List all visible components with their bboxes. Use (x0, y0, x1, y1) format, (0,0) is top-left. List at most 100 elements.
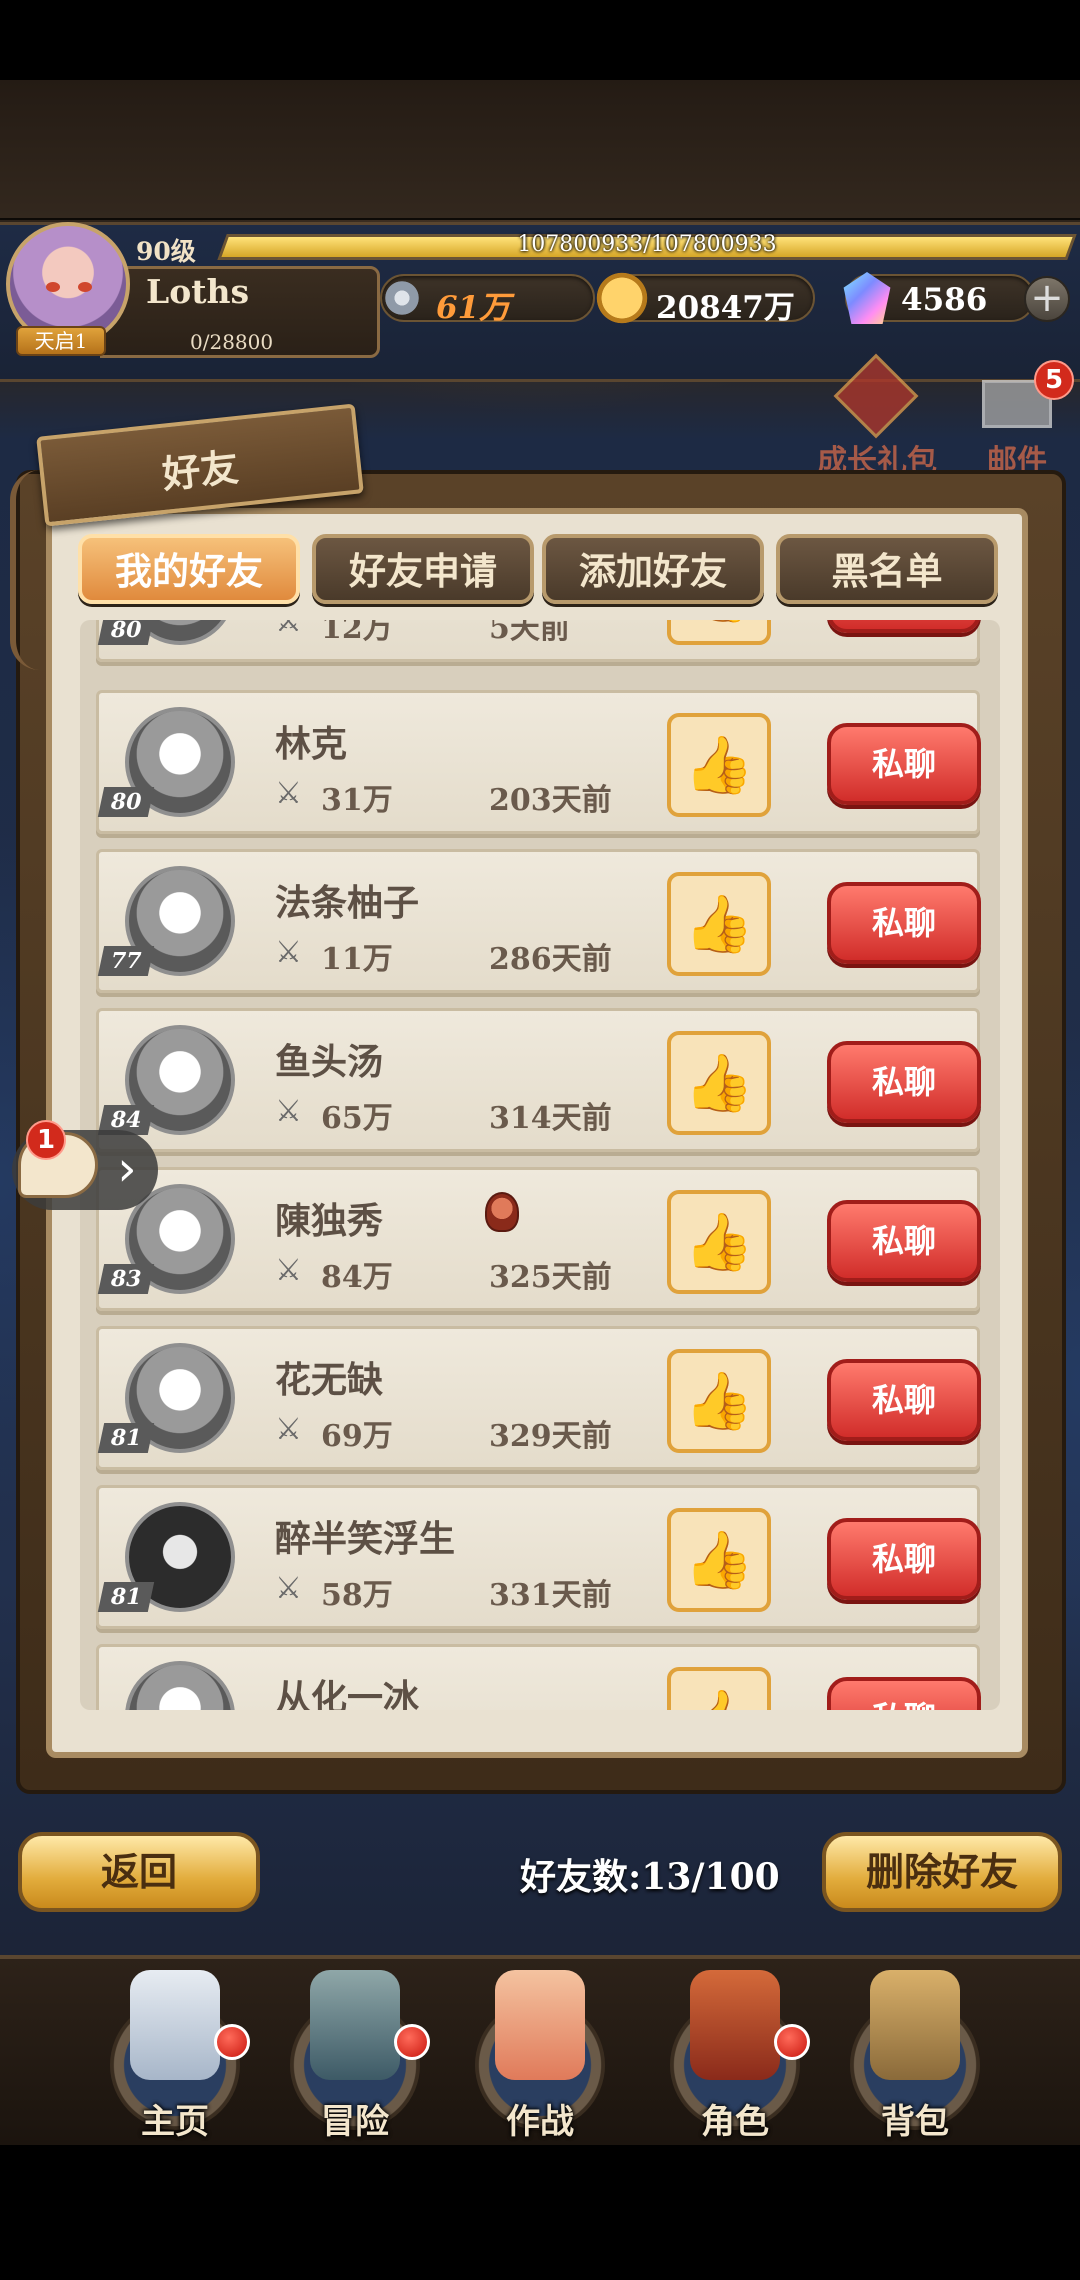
tab-friend-requests[interactable]: 好友申请 (312, 534, 534, 604)
gold-value: 20847万 (656, 290, 795, 326)
power-display: 61万 (376, 272, 595, 326)
crossed-swords-icon: ⚔ (275, 776, 302, 811)
crossed-swords-icon: ⚔ (275, 1571, 302, 1606)
friend-last-seen: 314天前 (489, 1101, 612, 1136)
add-gems-button[interactable]: + (1024, 276, 1070, 322)
tab-blacklist[interactable]: 黑名单 (776, 534, 998, 604)
gift-icon (833, 353, 919, 439)
friend-power: 11万 (321, 942, 393, 977)
friend-row[interactable]: 81 花无缺 ⚔ 69万 329天前 👍 私聊 (96, 1326, 981, 1470)
gem-value: 4586 (901, 282, 988, 318)
thumbs-up-icon[interactable]: 👍 (667, 1667, 771, 1710)
notification-dot (394, 2024, 430, 2060)
private-chat-button[interactable]: 私聊 (827, 1200, 981, 1282)
nav-adventure-label: 冒险 (321, 2102, 389, 2142)
friend-power: 58万 (321, 1578, 393, 1613)
friend-level: 77 (97, 946, 155, 976)
friend-name: 从化一冰 (275, 1677, 420, 1710)
crossed-swords-icon: ⚔ (275, 935, 302, 970)
nav-bag-label: 背包 (881, 2102, 949, 2142)
friend-last-seen: 5天前 (489, 620, 570, 646)
crossed-swords-icon: ⚔ (275, 620, 302, 639)
private-chat-button[interactable]: 私聊 (827, 882, 981, 964)
friend-row[interactable]: 从化一冰 👍 私聊 (96, 1644, 981, 1710)
avatar-eye (46, 282, 60, 292)
tab-add-friend[interactable]: 添加好友 (542, 534, 764, 604)
friend-row[interactable]: 80 林克 ⚔ 31万 203天前 👍 私聊 (96, 690, 981, 834)
gold-coin-icon (596, 272, 648, 324)
thumbs-up-icon[interactable]: 👍 (667, 713, 771, 817)
portal-icon (310, 1970, 400, 2080)
nav-home-label: 主页 (141, 2102, 209, 2142)
nav-bag[interactable]: 背包 (830, 1970, 1000, 2142)
player-level: 90级 (136, 237, 196, 266)
friend-row[interactable]: 81 醉半笑浮生 ⚔ 58万 331天前 👍 私聊 (96, 1485, 981, 1629)
gem-display: 4586 (843, 272, 1035, 324)
friend-name: 林克 (275, 723, 348, 765)
friend-power: 69万 (321, 1419, 393, 1454)
private-chat-button[interactable]: 私聊 (827, 1518, 981, 1600)
friend-name: 陳独秀 (275, 1200, 384, 1242)
nav-adventure[interactable]: 冒险 (270, 1970, 440, 2142)
nav-battle-label: 作战 (506, 2102, 574, 2142)
helmet-icon (485, 1192, 519, 1232)
exp-text: 107800933/107800933 (517, 232, 777, 257)
mail-badge: 5 (1034, 360, 1074, 400)
nav-character[interactable]: 角色 (650, 1970, 820, 2142)
friend-name: 醉半笑浮生 (275, 1518, 456, 1560)
notification-dot (774, 2024, 810, 2060)
back-button[interactable]: 返回 (18, 1832, 260, 1912)
tab-my-friends[interactable]: 我的好友 (78, 534, 300, 604)
thumbs-up-icon[interactable]: 👍 (667, 1190, 771, 1294)
nav-home[interactable]: 主页 (90, 1970, 260, 2142)
friend-row[interactable]: 80 ⚔ 12万 5天前 👍 私聊 (96, 620, 981, 662)
thumbs-up-icon[interactable]: 👍 (667, 1508, 771, 1612)
friend-level: 80 (97, 787, 155, 817)
friend-level: 83 (97, 1264, 155, 1294)
friend-row[interactable]: 77 法条柚子 ⚔ 11万 286天前 👍 私聊 (96, 849, 981, 993)
friend-row[interactable]: 84 鱼头汤 ⚔ 65万 314天前 👍 私聊 (96, 1008, 981, 1152)
friend-last-seen: 329天前 (489, 1419, 612, 1454)
stamina-text: 0/28800 (190, 330, 274, 354)
friend-last-seen: 325天前 (489, 1260, 612, 1295)
nav-battle[interactable]: 作战 (455, 1970, 625, 2142)
friend-name: 花无缺 (275, 1359, 384, 1401)
private-chat-button[interactable]: 私聊 (827, 1677, 981, 1710)
growth-gift-button[interactable]: 成长礼包 (812, 353, 942, 479)
friend-list[interactable]: 80 ⚔ 12万 5天前 👍 私聊 80 林克 ⚔ 31万 203天前 👍 私聊… (80, 620, 1000, 1710)
friend-power: 12万 (321, 620, 393, 646)
thumbs-up-icon[interactable]: 👍 (667, 1031, 771, 1135)
friend-count: 好友数:13/100 (520, 1856, 780, 1898)
friend-level: 81 (97, 1582, 155, 1612)
thumbs-up-icon[interactable]: 👍 (667, 872, 771, 976)
power-value: 61万 (436, 290, 511, 326)
private-chat-button[interactable]: 私聊 (827, 1359, 981, 1441)
friend-power: 31万 (321, 783, 393, 818)
top-decor-strip (0, 80, 1080, 220)
private-chat-button[interactable]: 私聊 (827, 1041, 981, 1123)
private-chat-button[interactable]: 私聊 (827, 723, 981, 805)
friend-avatar[interactable] (125, 1661, 235, 1710)
friend-name: 法条柚子 (275, 882, 420, 924)
friend-last-seen: 331天前 (489, 1578, 612, 1613)
book-icon (690, 1970, 780, 2080)
nav-character-label: 角色 (701, 2102, 769, 2142)
crossed-swords-icon: ⚔ (275, 1094, 302, 1129)
backpack-icon (870, 1970, 960, 2080)
thumbs-up-icon[interactable]: 👍 (667, 620, 771, 645)
friend-power: 65万 (321, 1101, 393, 1136)
crossed-swords-icon: ⚔ (275, 1412, 302, 1447)
crossed-swords-icon: ⚔ (275, 1253, 302, 1288)
gold-display: 20847万 (596, 272, 815, 326)
delete-friend-button[interactable]: 删除好友 (822, 1832, 1062, 1912)
friend-power: 84万 (321, 1260, 393, 1295)
chevron-right-icon[interactable]: › (104, 1140, 150, 1200)
friend-row[interactable]: 83 陳独秀 ⚔ 84万 325天前 👍 私聊 (96, 1167, 981, 1311)
friend-last-seen: 203天前 (489, 783, 612, 818)
private-chat-button[interactable]: 私聊 (827, 620, 981, 633)
castle-icon (130, 1970, 220, 2080)
thumbs-up-icon[interactable]: 👍 (667, 1349, 771, 1453)
player-name: Loths (146, 272, 250, 311)
friend-level: 80 (97, 620, 155, 645)
rank-badge: 天启1 (16, 326, 106, 356)
